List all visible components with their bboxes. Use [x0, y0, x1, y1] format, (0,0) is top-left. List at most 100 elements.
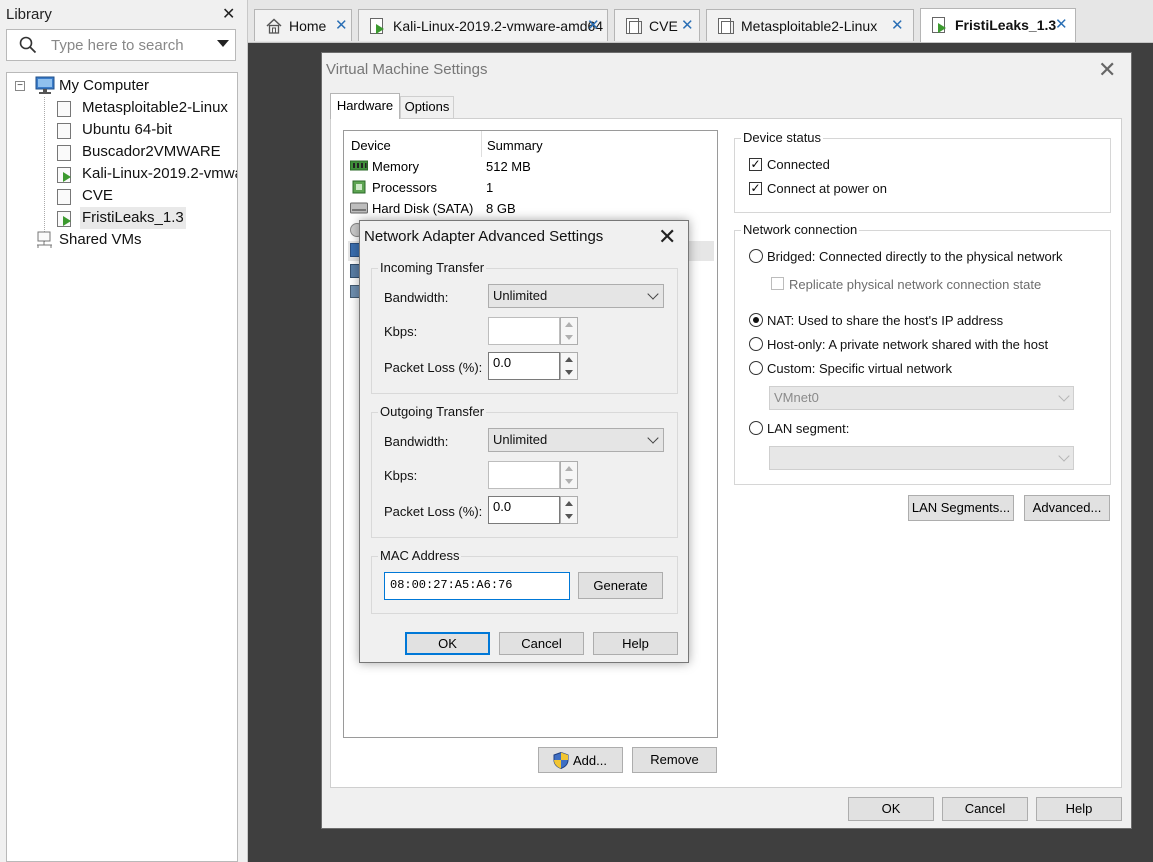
incoming-bandwidth-select[interactable]: Unlimited [488, 284, 664, 308]
host-only-radio[interactable] [749, 337, 763, 351]
custom-radio[interactable] [749, 361, 763, 375]
tree-item-kali[interactable]: Kali-Linux-2019.2-vmwa [82, 163, 237, 185]
bandwidth-label: Bandwidth: [384, 434, 449, 449]
ok-button[interactable]: OK [848, 797, 934, 821]
vm-icon [718, 18, 734, 34]
window-title: Virtual Machine Settings [326, 61, 488, 78]
search-input[interactable] [51, 36, 201, 54]
group-title: MAC Address [378, 548, 462, 563]
chevron-down-icon [565, 479, 573, 484]
vm-icon [57, 101, 71, 117]
tab-options[interactable]: Options [400, 96, 454, 118]
close-icon[interactable]: ✕ [681, 16, 694, 34]
tree-item-ubuntu[interactable]: Ubuntu 64-bit [82, 119, 172, 141]
device-summary: 512 MB [486, 159, 531, 174]
kbps-label: Kbps: [384, 468, 418, 483]
device-summary: 8 GB [486, 201, 516, 216]
close-icon[interactable]: ✕ [1098, 57, 1116, 83]
lan-segment-radio[interactable] [749, 421, 763, 435]
device-name: Memory [372, 159, 419, 174]
group-title: Outgoing Transfer [378, 404, 487, 419]
device-row-processors[interactable]: Processors 1 [348, 177, 714, 198]
incoming-packet-loss-spinner[interactable] [560, 352, 578, 380]
bandwidth-label: Bandwidth: [384, 290, 449, 305]
chevron-down-icon [647, 288, 659, 300]
host-only-label: Host-only: A private network shared with… [767, 337, 1049, 352]
vm-running-icon [57, 167, 71, 183]
tab-home[interactable]: Home ✕ [254, 9, 352, 41]
mac-address-input[interactable]: 08:00:27:A5:A6:76 [384, 572, 570, 600]
tree-connector [44, 97, 46, 242]
collapse-icon[interactable]: − [15, 81, 25, 91]
chevron-down-icon [565, 370, 573, 375]
chevron-down-icon [1058, 450, 1070, 462]
generate-mac-button[interactable]: Generate [578, 572, 663, 599]
memory-icon [350, 160, 368, 171]
add-device-button[interactable]: Add... [538, 747, 623, 773]
tree-item-fristileaks[interactable]: FristiLeaks_1.3 [80, 207, 186, 229]
packet-loss-label: Packet Loss (%): [384, 360, 483, 375]
chevron-up-icon [565, 466, 573, 471]
close-icon[interactable]: ✕ [587, 16, 600, 34]
tab-label: Metasploitable2-Linux [741, 18, 878, 34]
column-header-device: Device [351, 138, 391, 153]
bandwidth-value: Unlimited [493, 432, 548, 447]
vm-icon [57, 189, 71, 205]
outgoing-bandwidth-select[interactable]: Unlimited [488, 428, 664, 452]
connect-at-power-on-checkbox[interactable]: ✓ [749, 182, 762, 195]
outgoing-packet-loss-spinner[interactable] [560, 496, 578, 524]
replicate-state-label: Replicate physical network connection st… [789, 277, 1042, 292]
cancel-button[interactable]: Cancel [942, 797, 1028, 821]
close-icon[interactable]: ✕ [1055, 15, 1068, 33]
incoming-kbps-spinner[interactable] [560, 317, 578, 345]
vmnet-select-value: VMnet0 [774, 390, 819, 405]
incoming-packet-loss-input[interactable]: 0.0 [488, 352, 560, 380]
group-title: Device status [741, 130, 824, 145]
replicate-state-checkbox[interactable] [771, 277, 784, 290]
remove-device-button[interactable]: Remove [632, 747, 717, 773]
close-icon[interactable]: ✕ [222, 4, 235, 24]
tab-fristileaks[interactable]: FristiLeaks_1.3 ✕ [920, 8, 1076, 42]
tab-kali[interactable]: Kali-Linux-2019.2-vmware-amd64 ✕ [358, 9, 608, 41]
chevron-up-icon [565, 501, 573, 506]
help-button[interactable]: Help [1036, 797, 1122, 821]
close-icon[interactable]: ✕ [658, 224, 676, 250]
library-search [6, 29, 236, 61]
bandwidth-value: Unlimited [493, 288, 548, 303]
outgoing-kbps-input[interactable] [488, 461, 560, 489]
vm-icon [626, 18, 642, 34]
chevron-down-icon[interactable] [217, 40, 229, 47]
ok-button[interactable]: OK [405, 632, 490, 655]
device-status-group: Device status ✓ Connected ✓ Connect at p… [734, 130, 1111, 213]
tree-item-metasploitable2[interactable]: Metasploitable2-Linux [82, 97, 228, 119]
incoming-kbps-input[interactable] [488, 317, 560, 345]
outgoing-packet-loss-input[interactable]: 0.0 [488, 496, 560, 524]
outgoing-kbps-spinner[interactable] [560, 461, 578, 489]
lan-segment-select[interactable] [769, 446, 1074, 470]
tab-cve[interactable]: CVE ✕ [614, 9, 700, 41]
bridged-radio[interactable] [749, 249, 763, 263]
nat-label: NAT: Used to share the host's IP address [767, 313, 1004, 328]
processor-icon [352, 180, 366, 194]
nat-radio[interactable] [749, 313, 763, 327]
tree-item-cve[interactable]: CVE [82, 185, 113, 207]
tree-item-shared-vms[interactable]: Shared VMs [59, 229, 142, 251]
outgoing-transfer-group: Outgoing Transfer Bandwidth: Unlimited K… [371, 404, 678, 538]
vm-tree: − My Computer Metasploitable2-Linux Ubun… [6, 72, 238, 862]
cancel-button[interactable]: Cancel [499, 632, 584, 655]
device-row-memory[interactable]: Memory 512 MB [348, 156, 714, 177]
lan-segments-button[interactable]: LAN Segments... [908, 495, 1014, 521]
help-button[interactable]: Help [593, 632, 678, 655]
tab-hardware[interactable]: Hardware [330, 93, 400, 119]
device-row-hard-disk[interactable]: Hard Disk (SATA) 8 GB [348, 198, 714, 219]
vmnet-select[interactable]: VMnet0 [769, 386, 1074, 410]
group-title: Incoming Transfer [378, 260, 487, 275]
tree-item-buscador[interactable]: Buscador2VMWARE [82, 141, 221, 163]
close-icon[interactable]: ✕ [335, 16, 348, 34]
advanced-button[interactable]: Advanced... [1024, 495, 1110, 521]
custom-label: Custom: Specific virtual network [767, 361, 952, 376]
close-icon[interactable]: ✕ [891, 16, 904, 34]
connected-checkbox[interactable]: ✓ [749, 158, 762, 171]
tab-metasploitable2[interactable]: Metasploitable2-Linux ✕ [706, 9, 914, 41]
tree-item-my-computer[interactable]: My Computer [59, 75, 149, 97]
